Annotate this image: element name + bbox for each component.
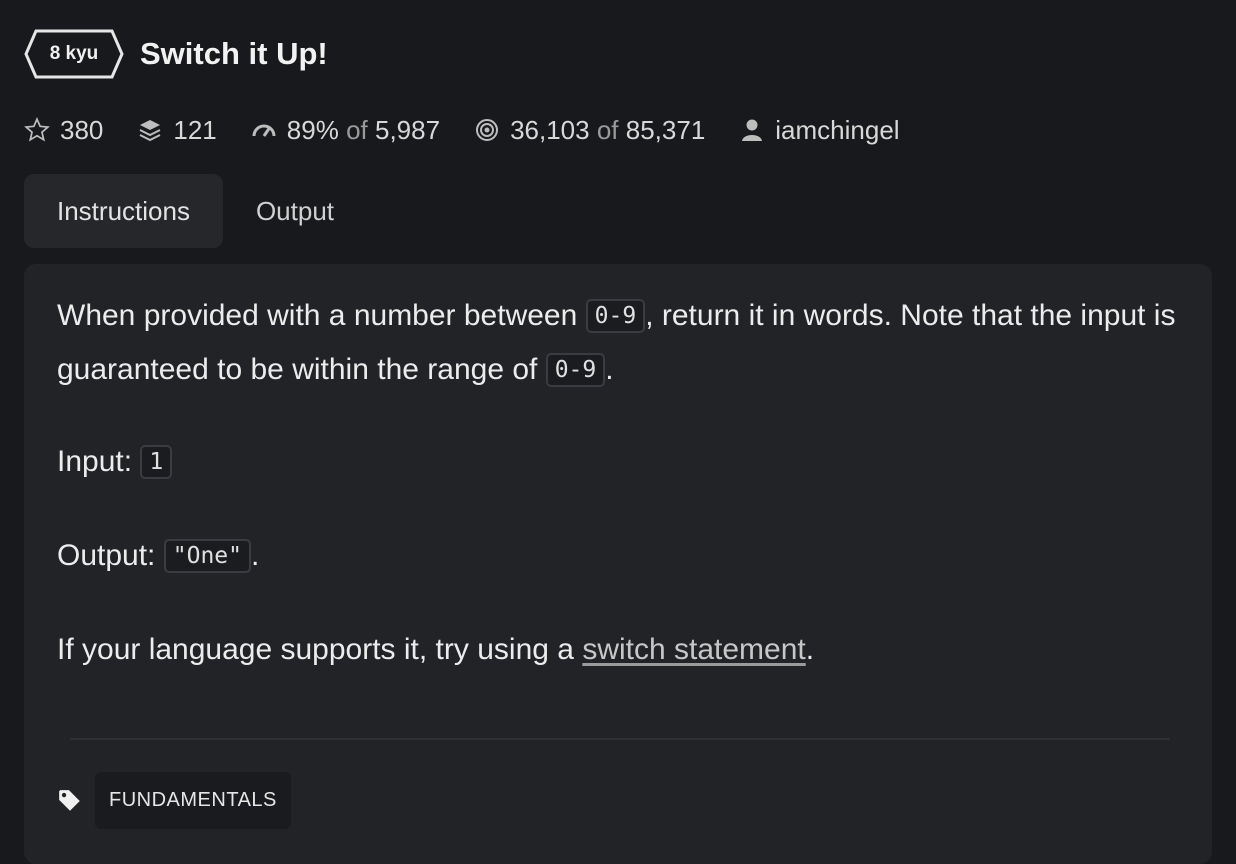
code-range: 0-9 [545,353,606,387]
completed-of: of [596,114,619,145]
tab-output[interactable]: Output [223,174,367,248]
satisfaction-of: of [346,114,368,145]
satisfaction-stat: 89% of 5,987 [251,115,440,146]
attempts-count: 85,371 [625,114,706,145]
author-name[interactable]: iamchingel [775,115,899,146]
input-code: 1 [140,445,173,479]
tab-bar: Instructions Output [24,174,367,248]
tag-list: FUNDAMENTALS [57,772,291,829]
user-icon [739,117,765,143]
description-paragraph: When provided with a number between 0-9,… [57,290,1177,398]
tag-icon [57,788,83,814]
kata-header: 8 kyu Switch it Up! [24,28,328,80]
input-label: Input: [57,445,133,478]
stars-count: 380 [60,114,104,145]
description-text: If your language supports it, try using … [57,633,574,666]
gauge-icon [251,117,277,143]
switch-statement-link[interactable]: switch statement [582,633,805,666]
output-example: Output: "One". [57,530,1177,584]
description-text: . [251,539,260,572]
layers-icon [137,117,163,143]
divider [70,738,1170,740]
stars-stat[interactable]: 380 [24,115,103,146]
instructions-panel: When provided with a number between 0-9,… [24,264,1212,864]
completed-count: 36,103 [510,114,590,145]
satisfaction-percent: 89% [286,114,339,145]
author-stat[interactable]: iamchingel [739,115,900,146]
kata-title: Switch it Up! [140,36,328,71]
completed-stat: 36,103 of 85,371 [474,115,705,146]
satisfaction-votes: 5,987 [374,114,441,145]
tag-fundamentals[interactable]: FUNDAMENTALS [95,772,291,829]
input-example: Input: 1 [57,436,1177,490]
target-icon [474,117,500,143]
description-text: . [605,353,614,386]
collections-count: 121 [173,114,217,145]
kata-description: When provided with a number between 0-9,… [57,290,1177,676]
description-text: . [805,633,815,666]
rank-label: 8 kyu [49,43,99,64]
tab-instructions[interactable]: Instructions [24,174,223,248]
collections-stat[interactable]: 121 [137,114,217,146]
rank-badge: 8 kyu [24,29,124,79]
output-label: Output: [57,539,156,572]
code-range: 0-9 [585,299,646,333]
star-outline-icon[interactable] [24,117,50,143]
kata-stats: 380 121 89% of 5,987 36,103 of 85,371 ia… [24,110,934,150]
description-text: When provided with a number between [57,299,578,332]
output-code: "One" [163,539,251,573]
hint-paragraph: If your language supports it, try using … [57,624,1177,676]
